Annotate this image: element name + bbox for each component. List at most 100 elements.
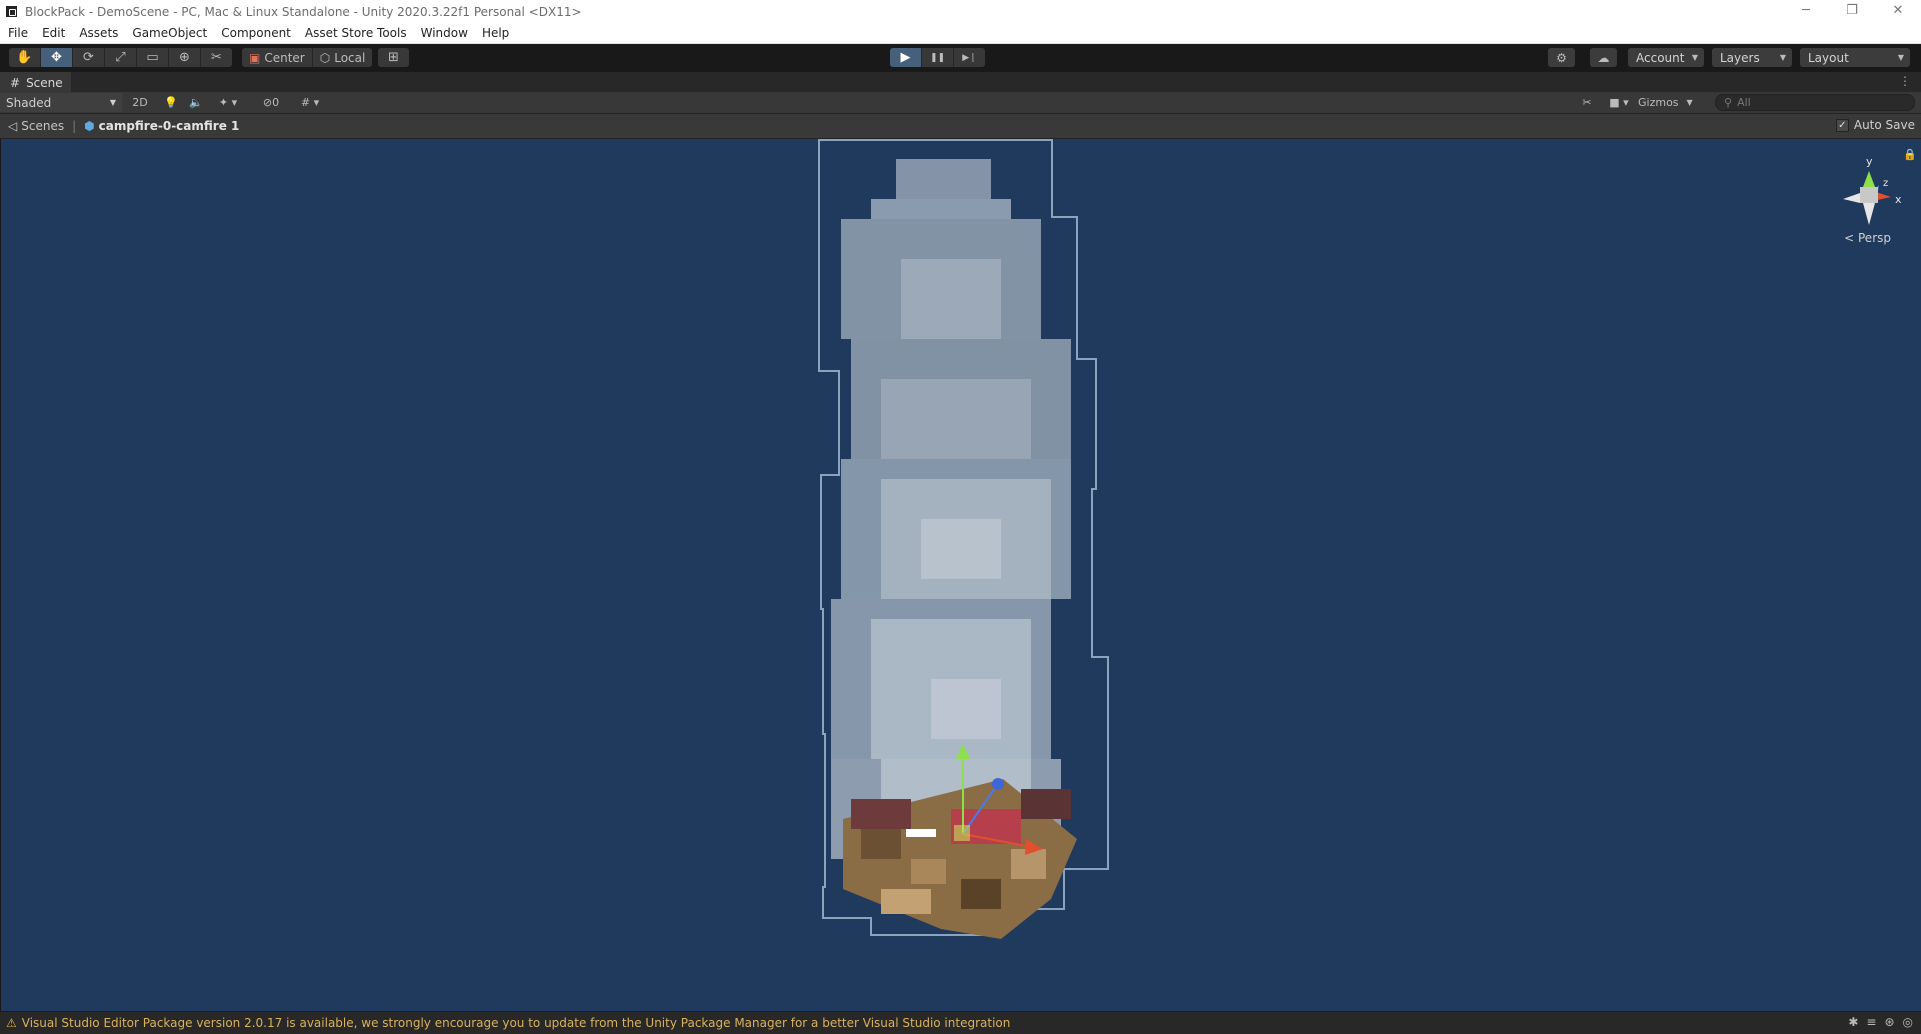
layout-dropdown[interactable]: Layout ▼ bbox=[1800, 48, 1910, 67]
account-dropdown[interactable]: Account ▼ bbox=[1628, 48, 1704, 67]
transform-tool-button[interactable]: ⊕ bbox=[169, 48, 201, 67]
gizmos-label: Gizmos bbox=[1638, 96, 1679, 109]
chevron-down-icon: ▼ bbox=[1691, 53, 1698, 62]
grid-dropdown[interactable]: # ▾ bbox=[292, 94, 328, 111]
camera-icon: ■ ▾ bbox=[1609, 96, 1629, 109]
minimize-button[interactable]: ─ bbox=[1783, 0, 1829, 23]
effects-icon: ✦ ▾ bbox=[218, 96, 238, 109]
grid-icon: # ▾ bbox=[300, 96, 320, 109]
rect-tool-button[interactable]: ▭ bbox=[137, 48, 169, 67]
hand-tool-button[interactable]: ✋ bbox=[9, 48, 41, 67]
gizmos-dropdown[interactable]: Gizmos ▼ bbox=[1638, 94, 1704, 111]
menu-component[interactable]: Component bbox=[214, 26, 298, 40]
shading-mode-dropdown[interactable]: Shaded ▼ bbox=[0, 93, 122, 112]
menu-asset-store-tools[interactable]: Asset Store Tools bbox=[298, 26, 414, 40]
cloud-icon: ☁ bbox=[1597, 50, 1610, 65]
hierarchy-search-input[interactable]: ⚲ All bbox=[1715, 94, 1915, 111]
layers-label: Layers bbox=[1720, 50, 1760, 65]
scale-tool-button[interactable]: ⤢ bbox=[105, 48, 137, 67]
menu-file[interactable]: File bbox=[0, 26, 35, 40]
breadcrumb-separator: | bbox=[72, 119, 77, 133]
breadcrumb-scenes[interactable]: ◁ Scenes bbox=[0, 119, 64, 133]
orientation-gizmo: y x z bbox=[1843, 155, 1902, 225]
chevron-down-icon: ▼ bbox=[109, 98, 116, 107]
audio-toggle[interactable]: 🔈 bbox=[187, 94, 205, 111]
menu-gameobject[interactable]: GameObject bbox=[125, 26, 214, 40]
tools-toggle[interactable]: ✂ bbox=[1578, 94, 1596, 111]
breadcrumb-root-label: Scenes bbox=[21, 119, 65, 133]
prefab-cube-icon: ⬢ bbox=[84, 119, 95, 133]
unity-logo-icon bbox=[6, 6, 17, 17]
lighting-toggle[interactable]: 💡 bbox=[162, 94, 180, 111]
collab-button[interactable]: ⚙ bbox=[1548, 48, 1575, 67]
pivot-label: Center bbox=[264, 50, 305, 65]
scene-tab-bar: # Scene ⋮ bbox=[0, 71, 1921, 93]
menu-help[interactable]: Help bbox=[475, 26, 516, 40]
network-icon[interactable]: ⊛ bbox=[1884, 1015, 1894, 1029]
scene-viewport[interactable]: y x z 🔒 < Persp bbox=[1, 139, 1921, 1011]
eye-slash-icon: ⊘ bbox=[262, 96, 273, 109]
cube-icon: ⬡ bbox=[319, 50, 331, 65]
bug-icon[interactable]: ✱ bbox=[1848, 1015, 1858, 1029]
chevron-down-icon: ▼ bbox=[1686, 98, 1693, 107]
lock-icon: 🔒 bbox=[1903, 148, 1917, 161]
axis-x-label: x bbox=[1895, 193, 1902, 206]
scene-grid-icon: # bbox=[10, 75, 21, 90]
layout-label: Layout bbox=[1808, 50, 1849, 65]
restore-button[interactable]: ❐ bbox=[1829, 0, 1875, 23]
2d-toggle[interactable]: 2D bbox=[128, 94, 152, 111]
step-button[interactable]: ▶❘ bbox=[954, 48, 985, 67]
menu-assets[interactable]: Assets bbox=[72, 26, 125, 40]
rotate-tool-button[interactable]: ⟳ bbox=[73, 48, 105, 67]
smoke-particles bbox=[831, 159, 1071, 859]
pivot-icon: ▣ bbox=[249, 50, 261, 65]
pivot-toggles: ▣ Center ⬡ Local bbox=[242, 48, 373, 67]
tools-icon: ✂ bbox=[1582, 96, 1592, 109]
breadcrumb-current[interactable]: ⬢ campfire-0-camfire 1 bbox=[84, 119, 239, 133]
shading-mode-label: Shaded bbox=[6, 95, 52, 110]
space-label: Local bbox=[334, 50, 366, 65]
title-bar: BlockPack - DemoScene - PC, Mac & Linux … bbox=[0, 0, 1921, 23]
axis-z-label: z bbox=[1883, 178, 1888, 189]
progress-icon[interactable]: ◎ bbox=[1903, 1015, 1913, 1029]
search-icon: ⚲ bbox=[1724, 96, 1733, 109]
play-button[interactable]: ▶ bbox=[890, 48, 922, 67]
collab-icon: ⚙ bbox=[1556, 50, 1567, 65]
move-tool-button[interactable]: ✥ bbox=[41, 48, 73, 67]
console-warning-message[interactable]: ⚠ Visual Studio Editor Package version 2… bbox=[6, 1016, 1010, 1030]
grid-snap-icon: ⊞ bbox=[388, 50, 399, 65]
window-title: BlockPack - DemoScene - PC, Mac & Linux … bbox=[25, 4, 582, 19]
pivot-local-toggle[interactable]: ⬡ Local bbox=[313, 48, 373, 67]
auto-save-checkbox[interactable]: ✓ bbox=[1835, 118, 1849, 132]
status-bar: ⚠ Visual Studio Editor Package version 2… bbox=[0, 1011, 1921, 1034]
hidden-count: 0 bbox=[272, 96, 280, 109]
persp-icon: < bbox=[1844, 231, 1855, 245]
pause-button[interactable]: ❚❚ bbox=[922, 48, 954, 67]
prefab-breadcrumb: ◁ Scenes | ⬢ campfire-0-camfire 1 ✓ Auto… bbox=[0, 114, 1921, 139]
layers-dropdown[interactable]: Layers ▼ bbox=[1712, 48, 1792, 67]
snap-group: ⊞ bbox=[378, 48, 409, 67]
status-message: Visual Studio Editor Package version 2.0… bbox=[21, 1016, 1011, 1030]
stack-icon[interactable]: ≡ bbox=[1866, 1015, 1876, 1029]
effects-dropdown[interactable]: ✦ ▾ bbox=[212, 94, 244, 111]
menu-window[interactable]: Window bbox=[414, 26, 475, 40]
window-controls: ─ ❐ ✕ bbox=[1783, 0, 1921, 23]
persp-toggle[interactable]: < Persp bbox=[1844, 231, 1891, 245]
tab-menu-icon[interactable]: ⋮ bbox=[1899, 74, 1911, 88]
cloud-button[interactable]: ☁ bbox=[1590, 48, 1617, 67]
breadcrumb-current-label: campfire-0-camfire 1 bbox=[98, 119, 240, 133]
pivot-center-toggle[interactable]: ▣ Center bbox=[242, 48, 313, 67]
menu-edit[interactable]: Edit bbox=[35, 26, 72, 40]
back-arrow-icon: ◁ bbox=[8, 119, 18, 133]
close-button[interactable]: ✕ bbox=[1875, 0, 1921, 23]
warning-icon: ⚠ bbox=[6, 1016, 17, 1030]
tab-scene-label: Scene bbox=[26, 75, 63, 90]
camera-dropdown[interactable]: ■ ▾ bbox=[1604, 94, 1634, 111]
tab-scene[interactable]: # Scene bbox=[0, 72, 71, 93]
grid-snap-button[interactable]: ⊞ bbox=[378, 48, 409, 67]
custom-tool-button[interactable]: ✂ bbox=[201, 48, 232, 67]
menu-bar: File Edit Assets GameObject Component As… bbox=[0, 23, 1921, 44]
auto-save-toggle[interactable]: ✓ Auto Save bbox=[1835, 118, 1915, 132]
scene-render[interactable]: y x z 🔒 bbox=[1, 139, 1921, 1011]
hidden-objects-toggle[interactable]: ⊘ 0 bbox=[256, 94, 286, 111]
